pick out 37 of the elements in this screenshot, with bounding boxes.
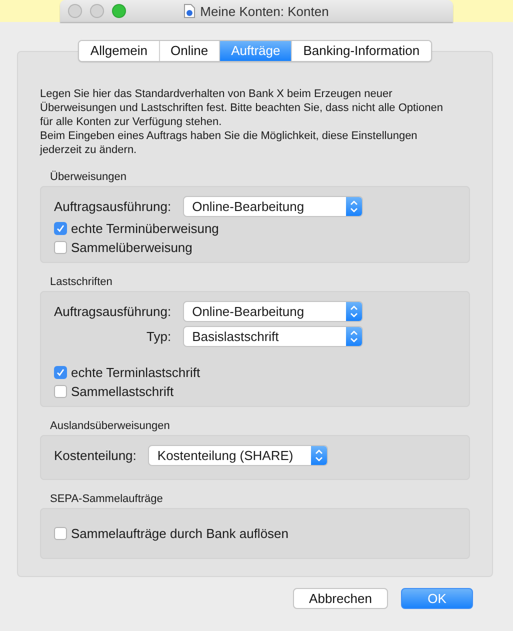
- checkbox-label[interactable]: echte Terminlastschrift: [71, 365, 200, 380]
- stepper-icon[interactable]: [346, 197, 362, 216]
- checkbox[interactable]: [54, 222, 67, 235]
- checkbox-label[interactable]: Sammellastschrift: [71, 384, 174, 399]
- tab[interactable]: Banking-Information: [291, 41, 431, 61]
- minimize-button[interactable]: [90, 4, 104, 18]
- checkbox[interactable]: [54, 527, 67, 540]
- checkbox[interactable]: [54, 366, 67, 379]
- stepper-icon[interactable]: [311, 446, 328, 465]
- checkbox[interactable]: [54, 385, 67, 398]
- section-title: Überweisungen: [50, 171, 128, 183]
- popup-select[interactable]: Kostenteilung (SHARE): [148, 445, 328, 466]
- popup-select[interactable]: Online-Bearbeitung: [183, 301, 364, 322]
- window-title: Meine Konten: Konten: [200, 4, 329, 18]
- checkbox[interactable]: [54, 241, 67, 254]
- tab[interactable]: Allgemein: [79, 41, 158, 61]
- checkbox-label[interactable]: Sammelaufträge durch Bank auflösen: [71, 526, 289, 541]
- field-label: Typ:: [146, 329, 172, 344]
- popup-select[interactable]: Online-Bearbeitung: [183, 196, 364, 217]
- stepper-icon[interactable]: [346, 302, 362, 321]
- section-title: SEPA-Sammelaufträge: [50, 493, 164, 505]
- field-label: Auftragsausführung:: [54, 304, 172, 319]
- cancel-button[interactable]: Abbrechen: [293, 588, 388, 609]
- section-title: Auslandsüberweisungen: [50, 420, 171, 432]
- popup-select[interactable]: Basislastschrift: [183, 326, 364, 347]
- field-label: Kostenteilung:: [54, 448, 136, 463]
- document-icon: [184, 4, 196, 18]
- stepper-icon[interactable]: [346, 327, 362, 346]
- section-title: Lastschriften: [50, 276, 114, 288]
- intro-text: Legen Sie hier das Standardverhalten von Bank X beim Erzeugen neuer Überweisungen und Lastschriften fest. Bitte beachten Sie, dass nicht alle Optionen für alle Konten zur Verfügung stehen.: [40, 87, 444, 129]
- checkbox-label[interactable]: echte Terminüberweisung: [71, 221, 219, 236]
- tab[interactable]: Online: [158, 41, 220, 61]
- field-label: Auftragsausführung:: [54, 199, 172, 214]
- checkbox-label[interactable]: Sammelüberweisung: [71, 240, 192, 255]
- intro-text: Beim Eingeben eines Auftrags haben Sie die Möglichkeit, diese Einstellungen jederzeit zu ändern.: [40, 129, 418, 157]
- close-button[interactable]: [68, 4, 82, 18]
- zoom-button[interactable]: [112, 4, 126, 18]
